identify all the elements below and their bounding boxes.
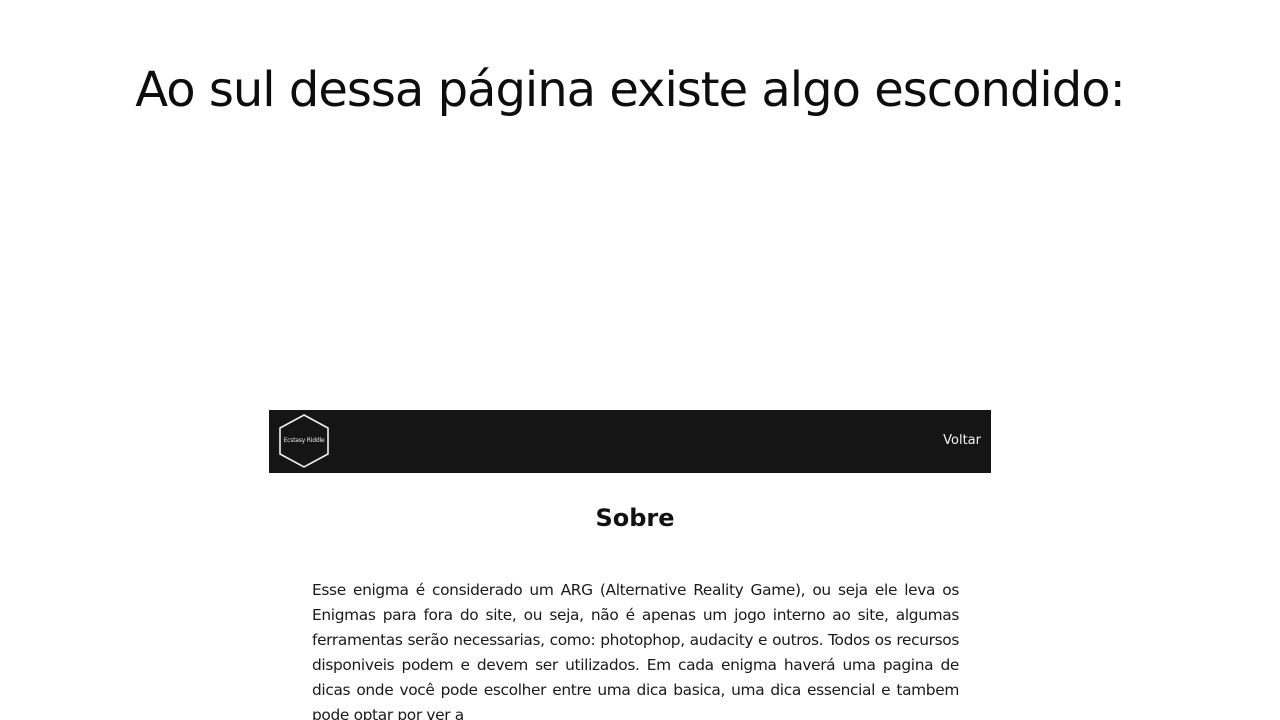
site-logo[interactable]: Ecstasy Riddle xyxy=(277,413,331,469)
back-link[interactable]: Voltar xyxy=(943,433,981,448)
about-paragraph: Esse enigma é considerado um ARG (Altern… xyxy=(312,581,959,720)
embedded-page: Ecstasy Riddle Voltar Sobre Esse enigma … xyxy=(269,410,991,720)
section-title: Sobre xyxy=(595,504,675,532)
logo-text: Ecstasy Riddle xyxy=(283,437,325,444)
navbar: Ecstasy Riddle Voltar xyxy=(269,410,991,473)
page-headline: Ao sul dessa página existe algo escondid… xyxy=(135,62,1126,118)
